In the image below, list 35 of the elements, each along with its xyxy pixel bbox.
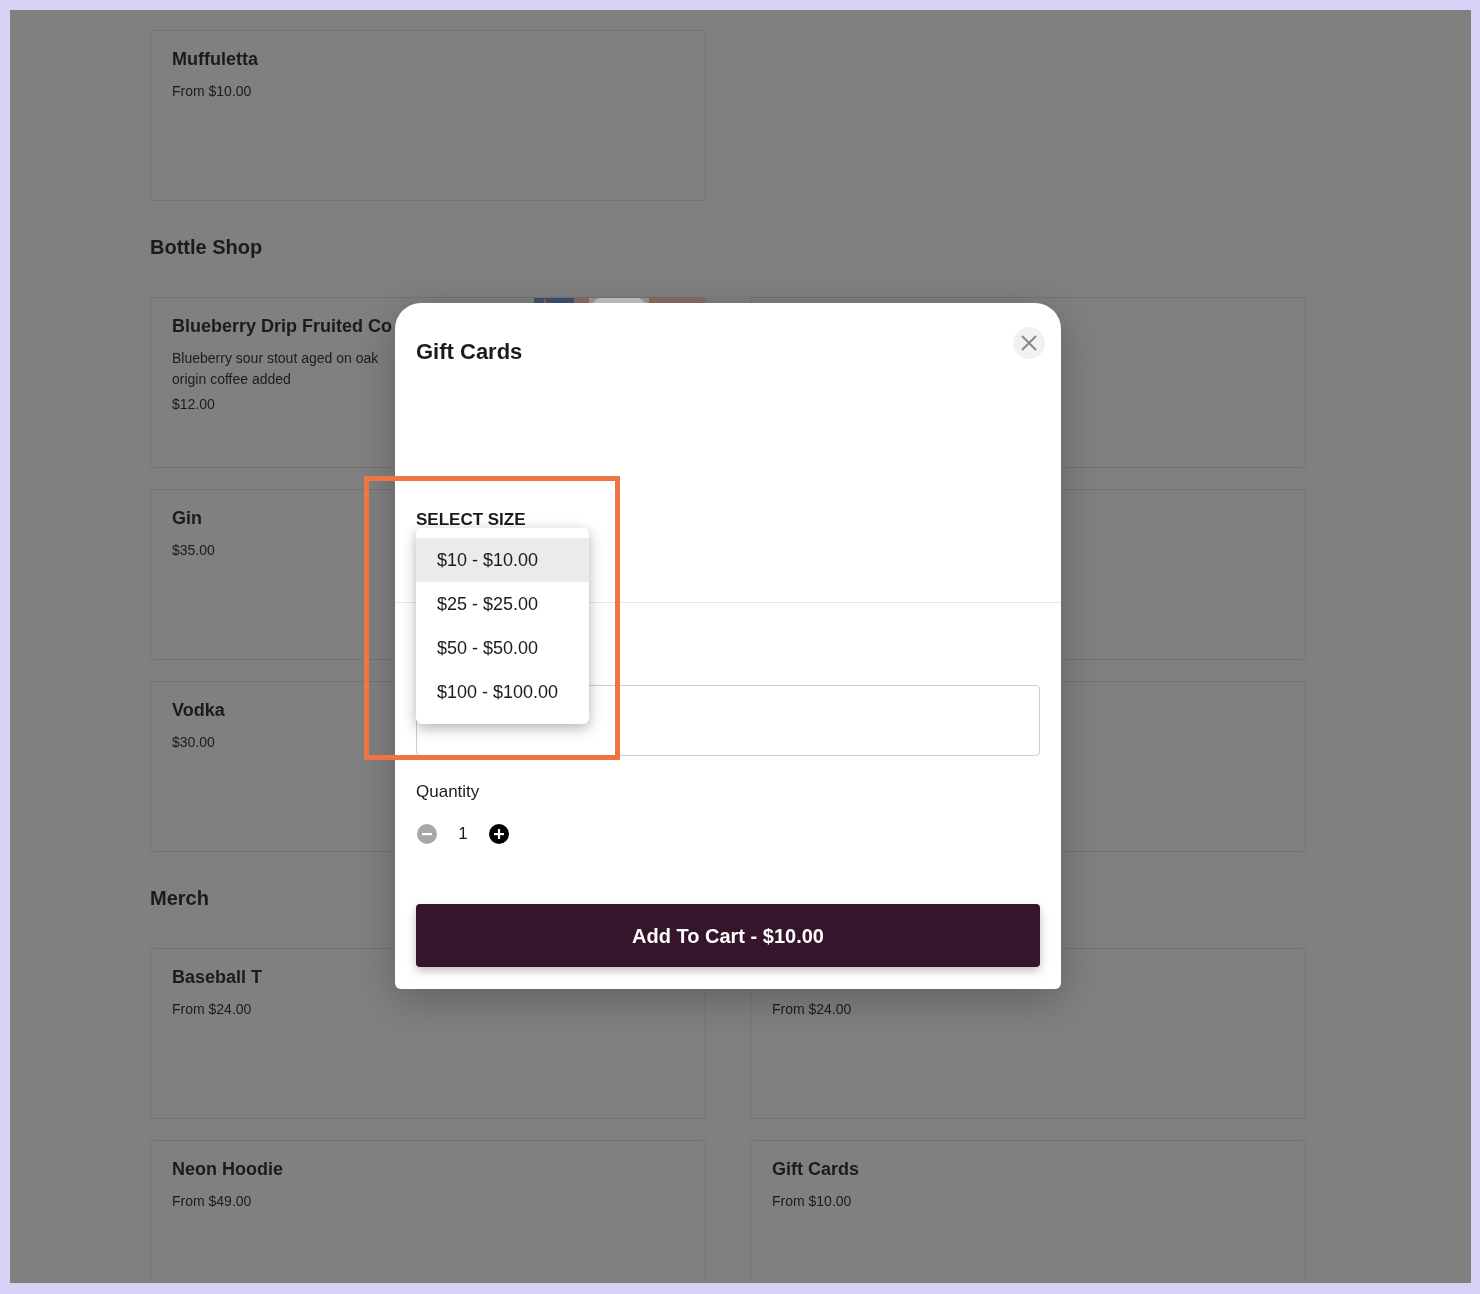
product-price: $30.00 [172, 733, 215, 752]
dialog-title: Gift Cards [416, 339, 523, 366]
size-label: SELECT SIZE [416, 509, 526, 531]
product-card[interactable]: Gift Cards From $10.00 [750, 1140, 1306, 1283]
section-heading: Merch [150, 886, 210, 910]
product-price: $12.00 [172, 395, 215, 414]
product-name: Baseball T [172, 966, 263, 989]
close-button[interactable] [1013, 327, 1045, 359]
close-icon [1020, 334, 1038, 352]
product-name: Muffuletta [172, 48, 258, 71]
product-price: From $24.00 [772, 1000, 852, 1019]
product-card[interactable]: Muffuletta From $10.00 [150, 30, 706, 201]
product-price: From $49.00 [172, 1192, 252, 1211]
product-name: Gift Cards [772, 1158, 859, 1181]
product-name: Neon Hoodie [172, 1158, 283, 1181]
minus-icon [416, 822, 438, 845]
product-price: $35.00 [172, 541, 215, 560]
increase-button[interactable] [488, 822, 510, 845]
quantity-value: 1 [457, 823, 469, 845]
dropdown-option[interactable]: $100 - $100.00 [416, 670, 589, 714]
product-name: Vodka [172, 699, 225, 722]
product-price: From $10.00 [772, 1192, 852, 1211]
plus-icon [488, 822, 510, 845]
product-price: From $10.00 [172, 82, 252, 101]
product-description: Blueberry sour stout aged on oak origin coffee added [172, 349, 380, 389]
product-name: Blueberry Drip Fruited Co [172, 315, 393, 338]
add-to-cart-button[interactable]: Add To Cart - $10.00 [416, 904, 1040, 967]
product-price: From $24.00 [172, 1000, 252, 1019]
product-name: Gin [172, 507, 202, 530]
product-card[interactable]: Neon Hoodie From $49.00 [150, 1140, 706, 1283]
section-heading: Bottle Shop [150, 235, 264, 259]
dropdown-option[interactable]: $50 - $50.00 [416, 626, 589, 670]
dropdown-option[interactable]: $25 - $25.00 [416, 582, 589, 626]
dropdown-option[interactable]: $10 - $10.00 [416, 538, 589, 582]
quantity-label: Quantity [416, 781, 480, 803]
